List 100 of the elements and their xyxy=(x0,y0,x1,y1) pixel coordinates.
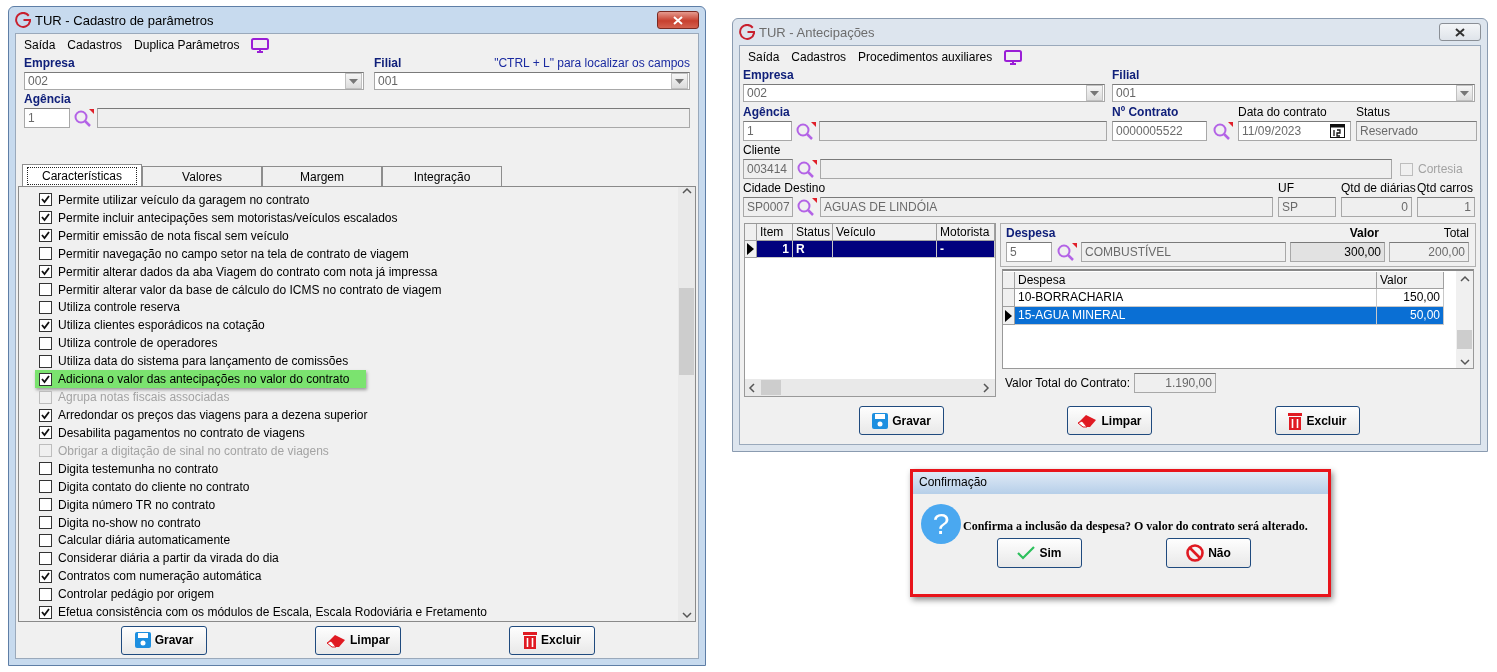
search-icon[interactable] xyxy=(73,108,94,128)
menu-item[interactable]: Procedimentos auxiliares xyxy=(858,50,993,64)
checkbox[interactable] xyxy=(39,283,52,297)
name-field[interactable] xyxy=(820,159,1392,179)
menu-item[interactable]: Cadastros xyxy=(791,50,847,64)
checkbox[interactable] xyxy=(39,569,52,583)
text-field[interactable]: AGUAS DE LINDÓIA xyxy=(820,197,1273,217)
delete-button[interactable]: Excluir xyxy=(1275,406,1360,435)
clear-button[interactable]: Limpar xyxy=(315,625,401,655)
clear-button[interactable]: Limpar xyxy=(1067,406,1152,435)
yes-button[interactable]: Sim xyxy=(997,538,1082,568)
field-label: Despesa xyxy=(1006,226,1056,241)
scroll-down-icon[interactable] xyxy=(1459,358,1470,368)
table-row[interactable]: 1 R - xyxy=(745,241,995,258)
dropdown[interactable]: 001 xyxy=(374,72,690,90)
menu-item[interactable]: Saída xyxy=(748,50,780,64)
menu-item[interactable]: Saída xyxy=(24,38,56,52)
field-label: Empresa xyxy=(743,68,795,83)
checkbox[interactable] xyxy=(39,372,52,386)
option-label: Considerar diária a partir da virada do dia xyxy=(58,551,279,566)
scrollbar-thumb[interactable] xyxy=(1457,330,1472,350)
text-field[interactable]: 0000005522 xyxy=(1112,121,1207,141)
option-label: Permitir navegação no campo setor na tela de contrato de viagem xyxy=(58,246,409,261)
checkbox[interactable] xyxy=(39,318,52,332)
text-field[interactable]: 300,00 xyxy=(1290,242,1385,262)
tab[interactable]: Características xyxy=(22,164,142,186)
tab[interactable]: Margem xyxy=(262,166,382,186)
checkbox[interactable] xyxy=(39,551,52,565)
option-label: Permite utilizar veículo da garagem no contrato xyxy=(58,192,310,207)
text-field[interactable]: 1 xyxy=(743,121,792,141)
option-label: Permite incluir antecipações sem motoristas/veículos escalados xyxy=(58,210,398,225)
name-field[interactable] xyxy=(97,108,690,128)
scroll-right-icon[interactable] xyxy=(982,382,992,393)
text-field[interactable]: Reservado xyxy=(1356,121,1477,141)
logo-icon xyxy=(15,12,31,28)
text-field[interactable]: 0 xyxy=(1341,197,1412,217)
tab[interactable]: Integração xyxy=(382,166,502,186)
dropdown[interactable]: 002 xyxy=(743,84,1105,102)
checkbox[interactable] xyxy=(39,462,52,476)
text-field[interactable]: 1 xyxy=(1417,197,1475,217)
checkbox[interactable] xyxy=(39,229,52,243)
name-field[interactable] xyxy=(819,121,1107,141)
text-field[interactable]: COMBUSTÍVEL xyxy=(1081,242,1286,262)
close-button[interactable] xyxy=(657,11,699,29)
no-button[interactable]: Não xyxy=(1166,538,1251,568)
checkbox[interactable] xyxy=(39,587,52,601)
scrollbar[interactable] xyxy=(745,379,995,396)
text-field[interactable]: 5 xyxy=(1006,242,1052,262)
search-icon[interactable] xyxy=(796,197,817,217)
save-button[interactable]: Gravar xyxy=(859,406,944,435)
scrollbar-thumb[interactable] xyxy=(679,288,694,375)
scrollbar[interactable] xyxy=(678,187,695,621)
table-row[interactable]: 15-AGUA MINERAL 50,00 xyxy=(1003,307,1444,325)
menu-item[interactable]: Cadastros xyxy=(67,38,123,52)
menu-item[interactable]: Duplica Parâmetros xyxy=(134,38,240,52)
checkbox[interactable] xyxy=(39,533,52,547)
calendar-icon[interactable] xyxy=(1330,124,1345,138)
text-field[interactable]: SP xyxy=(1278,197,1336,217)
option-label: Agrupa notas fiscais associadas xyxy=(58,390,230,405)
option-label: Permitir alterar valor da base de cálculo do ICMS no contrato de viagem xyxy=(58,282,442,297)
option-label: Digita no-show no contrato xyxy=(58,515,201,530)
scroll-down-icon[interactable] xyxy=(681,611,692,621)
checkbox[interactable] xyxy=(39,301,52,314)
search-icon[interactable] xyxy=(1212,121,1233,141)
search-icon[interactable] xyxy=(796,159,817,179)
scrollbar-thumb[interactable] xyxy=(761,380,781,395)
dropdown[interactable]: 001 xyxy=(1112,84,1475,102)
scrollbar[interactable] xyxy=(1456,271,1473,368)
scroll-left-icon[interactable] xyxy=(748,382,758,393)
text-field[interactable]: 1.190,00 xyxy=(1133,373,1216,393)
text-field[interactable]: SP0007 xyxy=(743,197,793,217)
monitor-icon[interactable] xyxy=(251,37,270,53)
checkbox[interactable] xyxy=(39,480,52,494)
save-button[interactable]: Gravar xyxy=(121,625,207,655)
checkbox[interactable] xyxy=(39,193,52,207)
close-button[interactable] xyxy=(1439,23,1481,41)
delete-button[interactable]: Excluir xyxy=(509,625,595,655)
tab[interactable]: Valores xyxy=(142,166,262,186)
date-field[interactable]: 11/09/2023 xyxy=(1238,121,1351,141)
checkbox[interactable] xyxy=(39,516,52,530)
table-row[interactable]: 10-BORRACHARIA 150,00 xyxy=(1003,289,1444,307)
checkbox[interactable] xyxy=(39,605,52,619)
search-icon[interactable] xyxy=(795,121,816,141)
checkbox[interactable] xyxy=(39,426,52,440)
checkbox[interactable] xyxy=(39,247,52,261)
checkbox[interactable] xyxy=(39,408,52,422)
dropdown[interactable]: 002 xyxy=(24,72,364,90)
monitor-icon[interactable] xyxy=(1004,49,1023,65)
text-field[interactable]: 1 xyxy=(24,108,70,128)
option-label: Obrigar a digitação de sinal no contrato de viagens xyxy=(58,443,329,458)
checkbox[interactable] xyxy=(39,211,52,225)
option-label: Utiliza controle reserva xyxy=(58,300,181,315)
search-icon[interactable] xyxy=(1056,242,1077,262)
checkbox[interactable] xyxy=(39,265,52,279)
text-field[interactable]: 003414 xyxy=(743,159,793,179)
field-label: Total xyxy=(1442,226,1469,241)
checkbox[interactable] xyxy=(39,354,52,368)
text-field[interactable]: 200,00 xyxy=(1389,242,1469,262)
checkbox[interactable] xyxy=(39,498,52,512)
checkbox[interactable] xyxy=(39,336,52,350)
